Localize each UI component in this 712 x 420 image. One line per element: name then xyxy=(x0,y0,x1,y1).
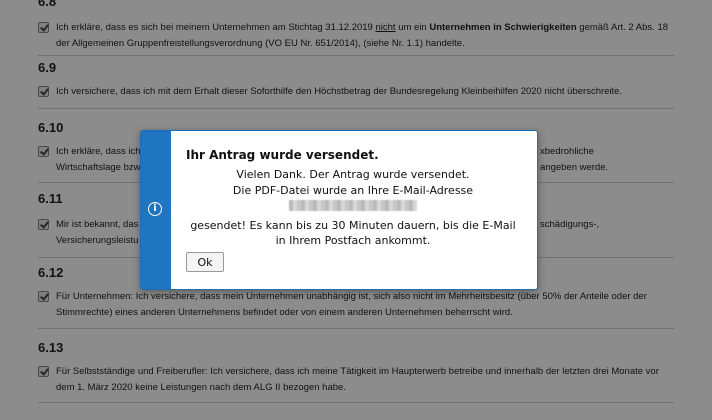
dialog-title: Ihr Antrag wurde versendet. xyxy=(186,148,379,162)
dialog-line: in Ihrem Postfach ankommt. xyxy=(275,234,431,247)
info-icon: i xyxy=(148,202,162,216)
redacted-email xyxy=(177,198,529,218)
dialog-line: Vielen Dank. Der Antrag wurde versendet. xyxy=(236,168,470,181)
dialog-line: Die PDF-Datei wurde an Ihre E-Mail-Adres… xyxy=(232,183,474,197)
ok-button[interactable]: Ok xyxy=(186,252,224,272)
dialog-message: Vielen Dank. Der Antrag wurde versendet.… xyxy=(177,167,529,249)
dialog-line: gesendet! Es kann bis zu 30 Minuten daue… xyxy=(190,218,516,232)
confirmation-dialog: i Ihr Antrag wurde versendet. Vielen Dan… xyxy=(140,130,538,290)
redacted-email-placeholder xyxy=(289,200,417,211)
